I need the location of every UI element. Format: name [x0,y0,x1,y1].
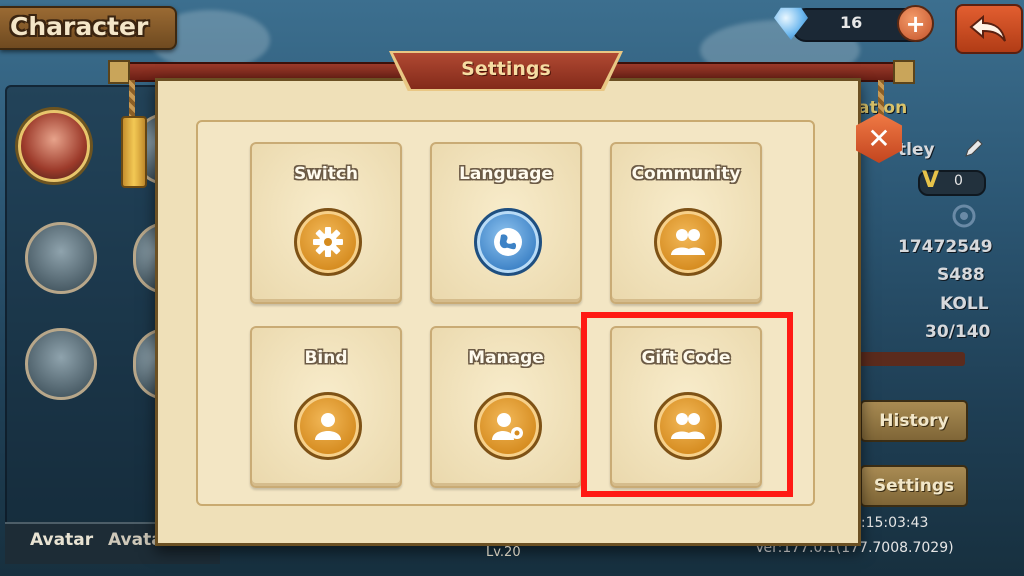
avatar-option-selected[interactable] [18,110,90,182]
rod-cap [893,60,915,84]
people-icon [654,208,722,276]
tile-label: Switch [293,164,359,184]
guild-name: KOLL [940,294,989,314]
tile-switch[interactable]: Switch [250,142,402,304]
back-arrow-icon [969,14,1006,42]
tile-manage[interactable]: Manage [430,326,582,488]
vip-level: 0 [954,173,963,189]
tile-language[interactable]: Language [430,142,582,304]
tile-label: Bind [304,348,348,368]
player-id: 17472549 [898,237,993,257]
tab-avatar[interactable]: Avatar [30,530,93,550]
avatar-option[interactable] [25,222,97,294]
rod-cap [108,60,130,84]
dialog-title: Settings [461,58,551,80]
user-gear-icon [474,392,542,460]
add-gems-button[interactable]: + [897,5,934,42]
avatar-option[interactable] [25,328,97,400]
gem-count: 16 [840,13,863,32]
level-text: Lv.20 [486,545,521,560]
player-name: tley [898,140,935,160]
tile-label: Language [459,164,553,184]
progress-bar [855,352,965,366]
close-icon: ✕ [867,121,891,155]
screen-title-banner: Character [0,6,177,50]
user-icon [294,392,362,460]
gift-code-highlight [581,312,793,497]
globe-icon [474,208,542,276]
vip-badge: V 0 [918,168,986,196]
stamina-value: 30/140 [925,322,991,342]
edit-pencil-icon[interactable] [962,136,986,160]
close-button[interactable]: ✕ [856,113,902,163]
tile-label: Manage [468,348,544,368]
gear-icon [294,208,362,276]
back-button[interactable] [955,4,1023,54]
target-icon [952,204,976,228]
history-button[interactable]: History [860,400,968,442]
tassel-ornament [121,116,147,188]
tile-label: Community [631,164,741,184]
tile-community[interactable]: Community [610,142,762,304]
settings-button[interactable]: Settings [860,465,968,507]
time-text: n:15:03:43 [852,515,929,531]
vip-icon: V [922,168,940,193]
server-id: S488 [937,265,985,285]
tile-bind[interactable]: Bind [250,326,402,488]
screen-title: Character [10,12,149,41]
